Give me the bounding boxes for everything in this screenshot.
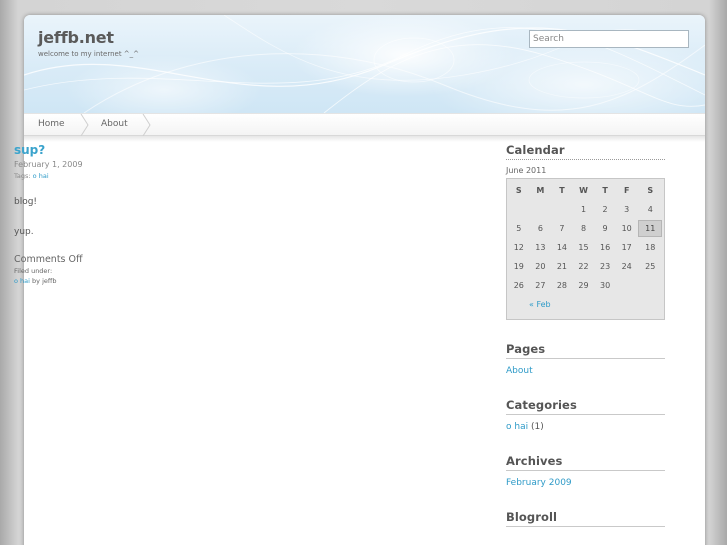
calendar-day: 13 bbox=[535, 243, 546, 252]
calendar-week-row: 26 27 28 29 30 bbox=[509, 277, 662, 294]
tags-label: Tags: bbox=[14, 172, 31, 180]
calendar-day: 12 bbox=[513, 243, 524, 252]
calendar-day: 5 bbox=[516, 224, 522, 233]
calendar-day: 26 bbox=[513, 281, 524, 290]
calendar-day: 29 bbox=[578, 281, 589, 290]
post-meta: o hai by jeffb bbox=[14, 277, 454, 285]
calendar-day: 10 bbox=[621, 224, 632, 233]
calendar-empty-day bbox=[552, 201, 572, 218]
filed-under-label: Filed under: bbox=[14, 267, 53, 275]
nav-item-home[interactable]: Home bbox=[38, 114, 65, 136]
calendar-day: 30 bbox=[600, 281, 611, 290]
calendar-empty-day bbox=[509, 201, 529, 218]
calendar-prev-month-link[interactable]: « Feb bbox=[509, 296, 662, 313]
post-paragraph: yup. bbox=[14, 227, 34, 237]
calendar-nav-row: « Feb bbox=[509, 296, 662, 313]
calendar-day: 11 bbox=[638, 220, 662, 237]
calendar-weekday: M bbox=[536, 186, 545, 195]
calendar-day: 1 bbox=[580, 205, 587, 214]
calendar-day: 19 bbox=[513, 262, 524, 271]
page-link-about[interactable]: About bbox=[506, 366, 533, 376]
calendar-day: 25 bbox=[645, 262, 656, 271]
main-content: sup? February 1, 2009 Tags: o hai blog! … bbox=[14, 143, 454, 285]
nav-separator-icon bbox=[80, 114, 89, 136]
calendar-day: 15 bbox=[578, 243, 589, 252]
calendar-empty-day bbox=[531, 201, 551, 218]
header: jeffb.net welcome to my internet ^_^ bbox=[24, 15, 705, 113]
tag-link[interactable]: o hai bbox=[33, 172, 49, 180]
blogroll-title: Blogroll bbox=[506, 510, 665, 527]
calendar-day: 6 bbox=[537, 224, 543, 233]
blog-description: welcome to my internet ^_^ bbox=[38, 50, 140, 58]
calendar-empty-day bbox=[617, 277, 637, 294]
calendar-weekday: S bbox=[647, 186, 654, 195]
calendar-weekday: W bbox=[579, 186, 588, 195]
nav-shadow bbox=[24, 136, 705, 142]
calendar-day: 4 bbox=[647, 205, 653, 214]
calendar-day: 24 bbox=[621, 262, 632, 271]
pages-title: Pages bbox=[506, 342, 665, 359]
calendar-week-row: 1 2 3 4 bbox=[509, 201, 662, 218]
by-label: by bbox=[32, 277, 41, 285]
archive-link[interactable]: February 2009 bbox=[506, 478, 572, 488]
calendar-body: 1 2 3 4 5 6 7 8 9 10 11 12 13 14 15 16 17 18 19 20 21 22 23 24 2… bbox=[509, 201, 662, 313]
sidebar: Calendar June 2011 SMTWTFS 1 2 3 4 5 6 7 8 9 10 11… bbox=[506, 143, 665, 527]
post-tags: Tags: o hai bbox=[14, 172, 454, 180]
nav-item-about[interactable]: About bbox=[101, 114, 128, 136]
calendar-day: 2 bbox=[602, 205, 608, 214]
calendar-day: 9 bbox=[602, 224, 608, 233]
calendar-weekday: F bbox=[623, 186, 630, 195]
calendar-day: 7 bbox=[559, 224, 565, 233]
calendar-week-row: 5 6 7 8 9 10 11 bbox=[509, 220, 662, 237]
calendar-header-row: SMTWTFS bbox=[509, 182, 662, 199]
nav-separator-icon bbox=[142, 114, 151, 136]
calendar-title: Calendar bbox=[506, 143, 665, 160]
calendar-week-row: 19 20 21 22 23 24 25 bbox=[509, 258, 662, 275]
post-date: February 1, 2009 bbox=[14, 160, 83, 169]
calendar-week-row: 12 13 14 15 16 17 18 bbox=[509, 239, 662, 256]
calendar-weekday: T bbox=[602, 186, 608, 195]
category-link[interactable]: o hai bbox=[14, 277, 30, 285]
calendar-day: 14 bbox=[556, 243, 568, 252]
calendar-day: 3 bbox=[624, 205, 630, 214]
category-count: (1) bbox=[530, 422, 544, 432]
calendar-day: 22 bbox=[578, 262, 589, 271]
calendar-day: 27 bbox=[535, 281, 546, 290]
calendar-caption: June 2011 bbox=[506, 166, 547, 175]
calendar-day: 17 bbox=[621, 243, 632, 252]
calendar-weekday: T bbox=[559, 186, 565, 195]
comments-status: Comments Off bbox=[14, 254, 83, 265]
archives-title: Archives bbox=[506, 454, 665, 471]
calendar-weekday: S bbox=[515, 186, 522, 195]
calendar-day: 21 bbox=[556, 262, 568, 271]
calendar-day: 8 bbox=[580, 224, 587, 233]
calendar-table: SMTWTFS 1 2 3 4 5 6 7 8 9 10 11 12 13 14 15 16 17 18 19 20 2… bbox=[506, 178, 665, 320]
post-title-link[interactable]: sup? bbox=[14, 143, 454, 157]
categories-title: Categories bbox=[506, 398, 665, 415]
calendar-day: 18 bbox=[645, 243, 656, 252]
author-name: jeffb bbox=[42, 277, 57, 285]
post-paragraph: blog! bbox=[14, 197, 38, 207]
calendar-day: 28 bbox=[556, 281, 568, 290]
calendar-day: 20 bbox=[535, 262, 546, 271]
blog-title[interactable]: jeffb.net bbox=[38, 28, 114, 47]
calendar-day: 16 bbox=[600, 243, 611, 252]
nav-bar: Home About bbox=[24, 113, 705, 136]
search-input[interactable] bbox=[529, 30, 689, 48]
calendar-day: 23 bbox=[600, 262, 611, 271]
category-link-o-hai[interactable]: o hai bbox=[506, 422, 528, 432]
calendar-empty-day bbox=[638, 277, 662, 294]
